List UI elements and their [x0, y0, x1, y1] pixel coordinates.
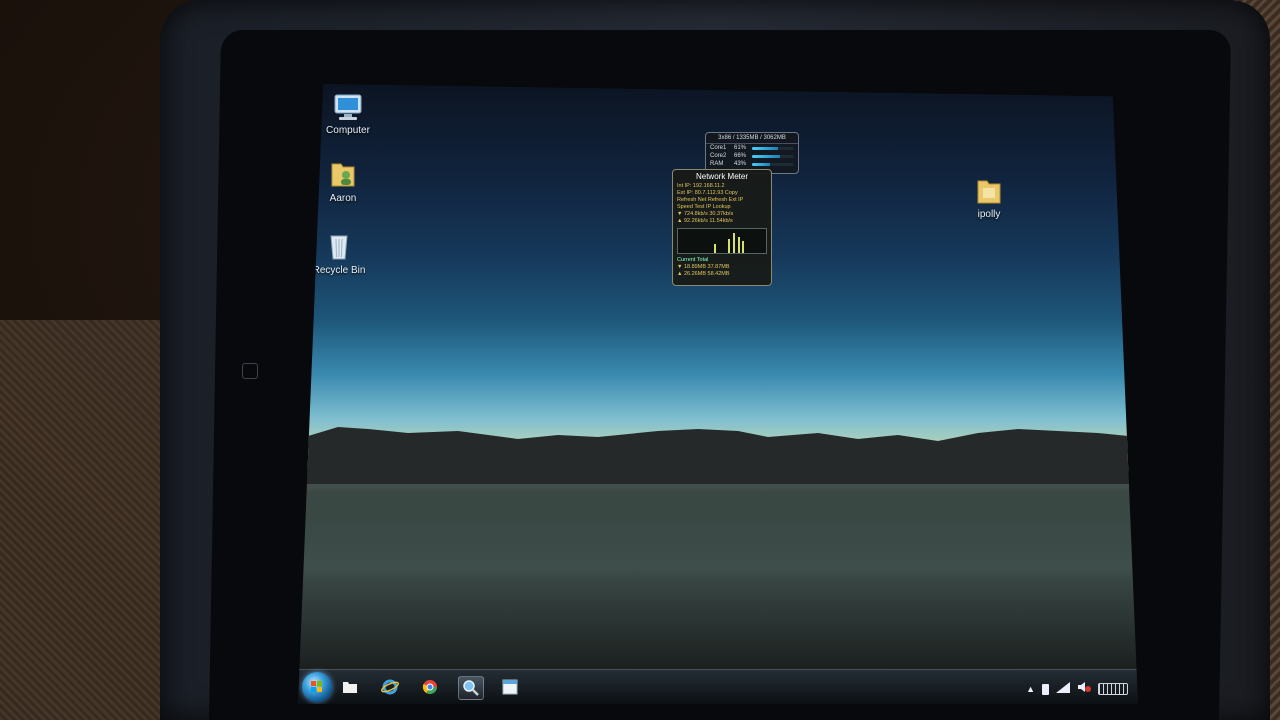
- network-line-speed-test[interactable]: Speed Test IP Lookup: [673, 204, 771, 211]
- taskbar-item-chrome[interactable]: [418, 676, 442, 698]
- magnifier-icon: [463, 680, 479, 696]
- mountain-silhouette: [298, 427, 1138, 489]
- desktop-icon-label: Aaron: [329, 193, 357, 204]
- window-icon: [502, 679, 518, 695]
- windows-logo-icon: [311, 681, 322, 692]
- touch-keyboard-icon[interactable]: [1098, 683, 1128, 695]
- folder-icon: [343, 682, 357, 693]
- user-folder-icon: [331, 163, 355, 187]
- show-hidden-icons-icon[interactable]: ▲: [1026, 684, 1035, 694]
- cpu-row-value: 66%: [734, 153, 747, 159]
- network-total-up: ▲ 26.26MB 58.42MB: [677, 271, 730, 277]
- desktop-icon-label: Recycle Bin: [312, 265, 366, 276]
- network-line-ext-ip[interactable]: Ext IP: 80.7.112.93 Copy: [673, 190, 771, 197]
- taskbar-item-explorer[interactable]: [338, 676, 362, 698]
- cpu-row-core1: Core1 61%: [706, 144, 798, 152]
- chrome-icon: [422, 680, 437, 694]
- cpu-row-label: RAM: [710, 161, 724, 167]
- cpu-row-value: 61%: [734, 145, 747, 151]
- traffic-spike: [733, 233, 735, 253]
- taskbar-item-search[interactable]: [458, 676, 484, 700]
- volume-icon[interactable]: [1077, 680, 1091, 698]
- desktop-icon-label: Computer: [326, 125, 370, 136]
- system-tray: ▲: [1026, 680, 1128, 698]
- taskbar: ▲: [298, 669, 1138, 704]
- start-button[interactable]: [302, 672, 332, 702]
- home-button-icon[interactable]: [242, 363, 258, 379]
- network-line-int-ip: Int IP: 192.168.11.2: [677, 183, 725, 189]
- traffic-spike: [738, 237, 740, 253]
- cpu-row-bar: [752, 146, 794, 150]
- cpu-row-label: Core1: [710, 145, 727, 151]
- battery-icon[interactable]: [1042, 683, 1049, 695]
- traffic-spike: [728, 239, 730, 253]
- traffic-spike: [714, 244, 716, 253]
- cpu-row-core2: Core2 66%: [706, 152, 798, 160]
- cpu-row-bar: [752, 162, 794, 166]
- cpu-row-ram: RAM 43%: [706, 160, 798, 168]
- taskbar-item-window[interactable]: [498, 676, 522, 698]
- desktop-screen: Computer Aaron Recycle Bin ipolly 3x86 /…: [298, 84, 1138, 704]
- desktop-icon-label: ipolly: [977, 209, 1001, 220]
- network-line-refresh[interactable]: Refresh Net Refresh Ext IP: [673, 197, 771, 204]
- cpu-meter-gadget[interactable]: 3x86 / 1335MB / 3062MB Core1 61% Core2 6…: [705, 132, 799, 174]
- desktop-icon-computer[interactable]: Computer: [313, 92, 383, 136]
- network-line-upload: ▲ 92.26kb/s 11.54kb/s: [677, 218, 733, 224]
- traffic-spike: [742, 241, 744, 253]
- recycle-bin-icon: [330, 235, 348, 260]
- network-signal-icon[interactable]: [1056, 680, 1070, 698]
- cpu-row-bar-fill: [752, 162, 771, 166]
- cpu-row-label: Core2: [710, 153, 727, 159]
- cpu-row-value: 43%: [734, 161, 747, 167]
- taskbar-item-ie[interactable]: [378, 676, 402, 698]
- folder-icon: [977, 180, 1001, 204]
- network-total-down: ▼ 18.89MB 37.87MB: [677, 264, 730, 270]
- computer-icon: [334, 94, 362, 120]
- desktop-icon-ipolly[interactable]: ipolly: [954, 176, 1024, 220]
- network-meter-gadget[interactable]: Network Meter Int IP: 192.168.11.2 Ext I…: [672, 169, 772, 286]
- cpu-gadget-header: 3x86 / 1335MB / 3062MB: [706, 133, 798, 144]
- cpu-row-bar-fill: [752, 154, 780, 158]
- cpu-row-bar-fill: [752, 146, 778, 150]
- network-gadget-title: Network Meter: [695, 172, 748, 181]
- cpu-row-bar: [752, 154, 794, 158]
- lake-reflection: [298, 484, 1138, 584]
- network-traffic-graph: [677, 228, 767, 254]
- network-line-download: ▼ 724.8kb/s 30.37kb/s: [677, 211, 734, 217]
- internet-explorer-icon: [381, 679, 399, 695]
- network-totals-header: Current Total: [677, 257, 709, 263]
